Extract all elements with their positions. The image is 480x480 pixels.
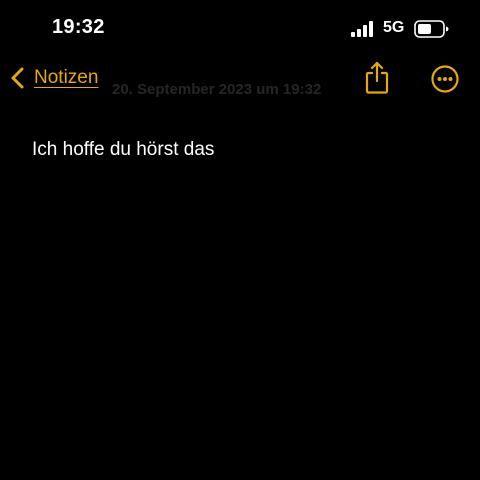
status-bar: 19:32 5G (0, 0, 480, 56)
ellipsis-circle-icon (429, 63, 461, 95)
back-button[interactable]: Notizen (8, 62, 104, 94)
network-type-label: 5G (383, 19, 405, 36)
share-icon (362, 59, 392, 95)
chevron-left-icon (8, 64, 28, 92)
status-time: 19:32 (52, 16, 105, 38)
navigation-bar: Notizen 20. September 2023 um 19:32 (0, 56, 480, 100)
note-text[interactable]: Ich hoffe du hörst das (32, 139, 452, 161)
note-date: 20. September 2023 um 19:32 (112, 81, 322, 98)
back-label: Notizen (34, 67, 99, 88)
share-button[interactable] (362, 59, 392, 95)
more-options-button[interactable] (429, 63, 461, 95)
cellular-signal-icon (351, 21, 377, 37)
battery-icon (414, 19, 450, 39)
